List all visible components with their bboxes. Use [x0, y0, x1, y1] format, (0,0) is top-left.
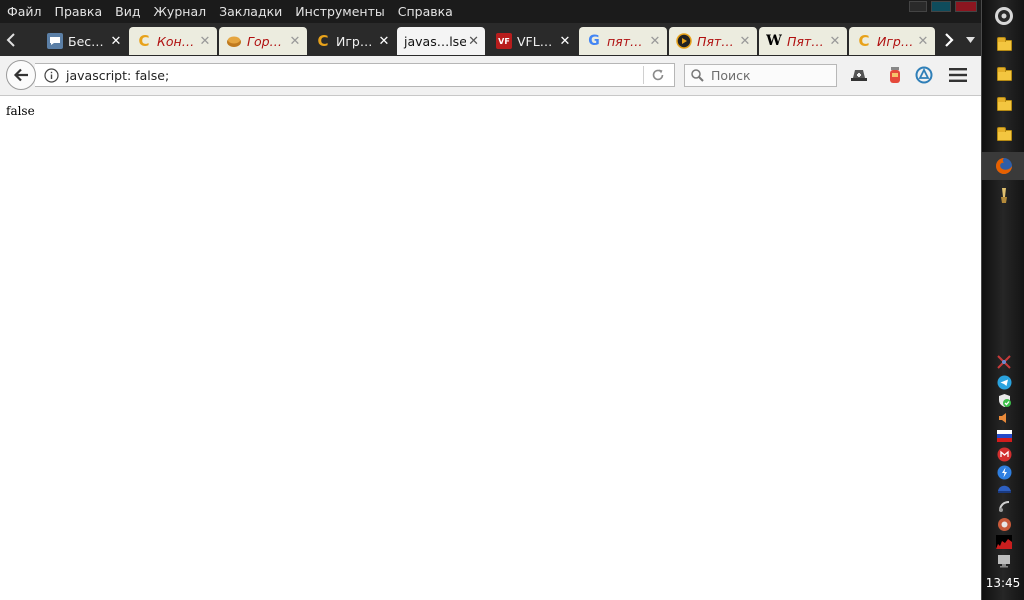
tab-label: Игр… [877, 33, 914, 49]
tab-strip: Бес… ✕ C Кон… ✕ Гор… ✕ C Игр… ✕ javas…ls… [0, 23, 981, 57]
tab-label: Игр… [336, 33, 373, 49]
lightning-icon[interactable] [996, 464, 1012, 480]
desktop-side-panel: 13:45 [981, 0, 1024, 600]
system-menu-icon[interactable] [994, 6, 1014, 26]
tab-2[interactable]: C Кон… ✕ [129, 27, 217, 55]
page-content: false [0, 96, 981, 600]
close-tab-icon[interactable]: ✕ [197, 34, 213, 49]
jar-addon-icon[interactable] [885, 65, 905, 85]
caret-down-icon [965, 36, 975, 43]
tab-3[interactable]: Гор… ✕ [219, 27, 307, 55]
hat-addon-icon[interactable] [849, 65, 869, 85]
close-tab-icon[interactable]: ✕ [466, 34, 481, 49]
page-output-text: false [6, 104, 35, 118]
hamburger-menu-icon[interactable] [948, 65, 968, 85]
play-circle-icon [676, 33, 692, 49]
tab-1[interactable]: Бес… ✕ [40, 27, 128, 55]
brush-app-icon[interactable] [994, 186, 1014, 206]
close-tab-icon[interactable]: ✕ [376, 34, 392, 49]
mail-icon[interactable] [996, 446, 1012, 462]
firefox-icon[interactable] [994, 156, 1014, 176]
close-tab-icon[interactable]: ✕ [737, 34, 753, 49]
battery-icon[interactable] [996, 516, 1012, 532]
tab-6[interactable]: VF VFL… ✕ [489, 27, 577, 55]
reload-icon[interactable] [648, 65, 668, 85]
tab-4[interactable]: C Игр… ✕ [308, 27, 396, 55]
folder-icon[interactable] [994, 95, 1014, 115]
menu-view[interactable]: Вид [109, 1, 146, 23]
close-tab-icon[interactable]: ✕ [647, 34, 663, 49]
tab-label: пят… [607, 33, 643, 49]
search-icon [691, 69, 707, 82]
tab-9[interactable]: W Пят… ✕ [759, 27, 847, 55]
menu-file[interactable]: Файл [1, 1, 48, 23]
close-tab-icon[interactable]: ✕ [287, 34, 303, 49]
tab-scroll-left-button[interactable] [0, 23, 22, 56]
russian-flag-icon[interactable] [996, 428, 1012, 444]
tab-label: Бес… [68, 33, 104, 49]
menu-edit[interactable]: Правка [49, 1, 109, 23]
speaker-icon[interactable] [996, 410, 1012, 426]
pie-icon [226, 33, 242, 49]
vk-icon [47, 33, 63, 49]
url-bar[interactable]: javascript: false; [35, 63, 675, 87]
navigation-toolbar: javascript: false; Поиск [0, 56, 981, 96]
arrow-left-icon [13, 68, 28, 82]
info-icon[interactable] [43, 67, 59, 83]
shield-check-icon[interactable] [996, 392, 1012, 408]
url-separator [643, 66, 644, 84]
tab-scroll-right-button[interactable] [938, 23, 960, 56]
tab-label: javas…lse; [404, 33, 467, 49]
menu-bar: Файл Правка Вид Журнал Закладки Инструме… [0, 0, 981, 23]
tab-10[interactable]: C Игр… ✕ [849, 27, 935, 55]
tab-label: VFL… [517, 33, 553, 49]
vfl-icon: VF [496, 33, 512, 49]
wikipedia-icon: W [766, 33, 782, 49]
window-controls [909, 1, 977, 12]
tab-label: Кон… [157, 33, 195, 49]
close-tab-icon[interactable]: ✕ [557, 34, 573, 49]
tab-label: Пят… [787, 33, 824, 49]
casino-c-icon: C [138, 32, 150, 50]
maximize-button[interactable] [931, 1, 951, 12]
network-icon[interactable] [996, 498, 1012, 514]
display-icon[interactable] [996, 553, 1012, 569]
cap-icon[interactable] [996, 481, 1012, 497]
tab-8[interactable]: Пят… ✕ [669, 27, 757, 55]
menu-bookmarks[interactable]: Закладки [213, 1, 288, 23]
casino-c-icon: C [317, 32, 329, 50]
browser-window: Файл Правка Вид Журнал Закладки Инструме… [0, 0, 981, 600]
tab-label: Гор… [247, 33, 283, 49]
menu-history[interactable]: Журнал [147, 1, 212, 23]
casino-c-icon: C [858, 32, 870, 50]
tools-icon[interactable] [996, 354, 1012, 370]
folder-icon[interactable] [994, 125, 1014, 145]
back-button[interactable] [6, 60, 36, 90]
search-placeholder: Поиск [711, 68, 751, 83]
minimize-button[interactable] [909, 1, 927, 12]
clock[interactable]: 13:45 [982, 576, 1024, 590]
chevron-left-icon [6, 32, 15, 47]
tab-7[interactable]: G пят… ✕ [579, 27, 667, 55]
chevron-right-icon [945, 32, 954, 47]
close-window-button[interactable] [955, 1, 977, 12]
close-tab-icon[interactable]: ✕ [915, 34, 931, 49]
menu-help[interactable]: Справка [392, 1, 459, 23]
close-tab-icon[interactable]: ✕ [108, 34, 124, 49]
monitor-graph-icon[interactable] [996, 534, 1012, 550]
folder-icon[interactable] [994, 35, 1014, 55]
google-icon: G [588, 33, 600, 49]
telegram-icon[interactable] [996, 374, 1012, 390]
url-text[interactable]: javascript: false; [66, 68, 643, 83]
all-tabs-button[interactable] [960, 23, 980, 56]
tab-5-active[interactable]: javas…lse; ✕ [397, 27, 485, 55]
desktop-screen: Файл Правка Вид Журнал Закладки Инструме… [0, 0, 1024, 600]
menu-tools[interactable]: Инструменты [289, 1, 390, 23]
search-bar[interactable]: Поиск [684, 64, 837, 87]
folder-icon[interactable] [994, 65, 1014, 85]
sync-addon-icon[interactable] [914, 65, 934, 85]
tab-label: Пят… [697, 33, 734, 49]
close-tab-icon[interactable]: ✕ [827, 34, 843, 49]
